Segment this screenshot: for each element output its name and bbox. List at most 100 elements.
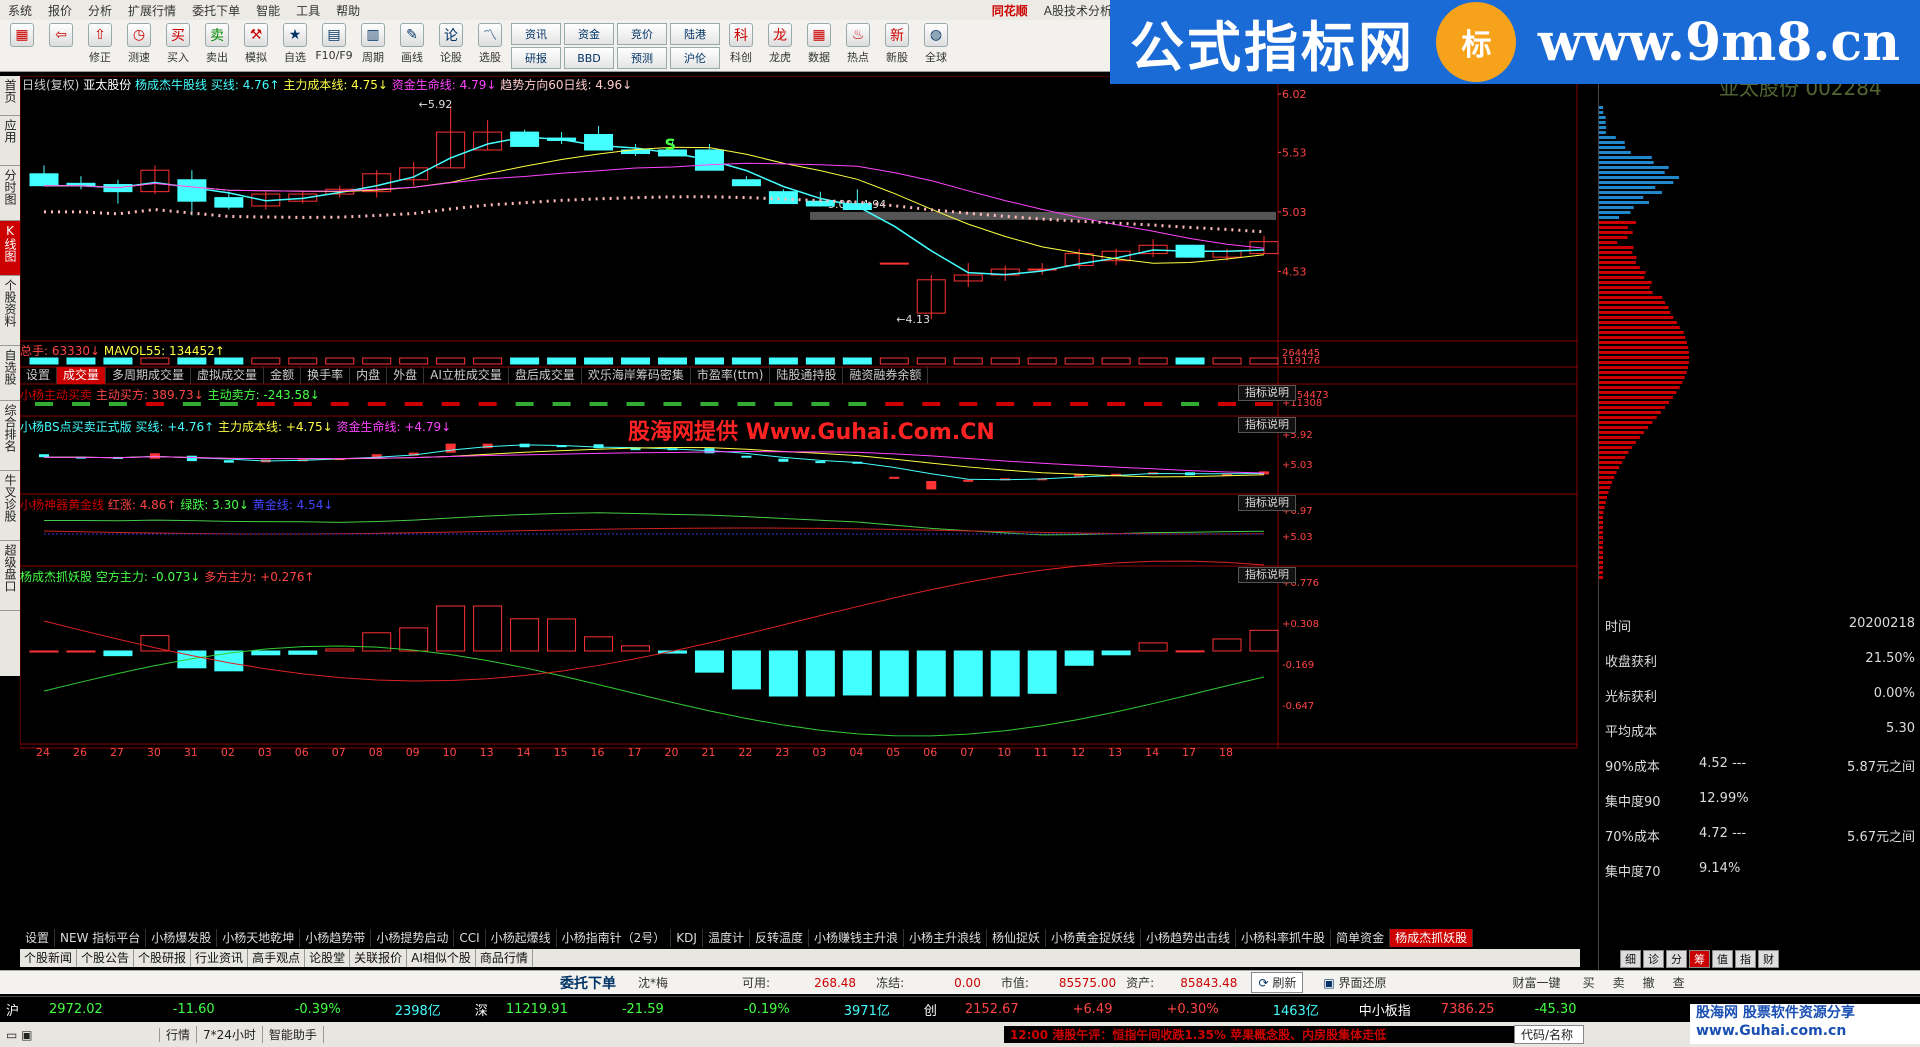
rtab-chips[interactable]: 筹 — [1689, 950, 1710, 968]
rtab-diagnose[interactable]: 诊 — [1643, 950, 1664, 968]
left-tab-home[interactable]: 首页 — [0, 76, 20, 116]
ind-tab-6[interactable]: 小杨起爆线 — [486, 929, 557, 947]
ind-tab-15[interactable]: 小杨趋势出击线 — [1141, 929, 1236, 947]
ind-tab-active[interactable]: 杨成杰抓妖股 — [1390, 929, 1473, 947]
menu-help[interactable]: 帮助 — [328, 2, 368, 19]
draw-button[interactable]: ✎ 画线 — [394, 23, 430, 69]
rtab-finance[interactable]: 财 — [1758, 950, 1779, 968]
status-247[interactable]: 7*24小时 — [197, 1026, 263, 1043]
star-market-button[interactable]: 科科创 — [723, 23, 759, 69]
menu-smart[interactable]: 智能 — [248, 2, 288, 19]
left-tab-profile[interactable]: 个股资料 — [0, 276, 20, 346]
menu-extended[interactable]: 扩展行情 — [120, 2, 184, 19]
vol-tab-settings[interactable]: 设置 — [20, 367, 57, 384]
news-tab-news[interactable]: 个股新闻 — [20, 949, 77, 967]
rtab-detail[interactable]: 细 — [1620, 950, 1641, 968]
ind-tab-7[interactable]: 小杨指南针（2号） — [557, 929, 672, 947]
ind3-explain-button[interactable]: 指标说明 — [1238, 495, 1296, 511]
menu-quote[interactable]: 报价 — [40, 2, 80, 19]
ipo-button[interactable]: 新新股 — [879, 23, 915, 69]
news-tab-ai[interactable]: AI相似个股 — [407, 949, 476, 967]
vol-tab-virtual[interactable]: 虚拟成交量 — [191, 367, 264, 384]
global-button[interactable]: ◍ 全球 — [918, 23, 954, 69]
ind-tab-kdj[interactable]: KDJ — [671, 929, 703, 947]
news-ticker[interactable]: 12:00 港股午评：恒指午间收跌1.35% 苹果概念股、内房股集体走低 — [1004, 1026, 1514, 1043]
code-search[interactable]: 代码/名称 — [1514, 1025, 1584, 1044]
sh-label[interactable]: 沪 — [6, 1000, 19, 1019]
watchlist-button[interactable]: ★ 自选 — [277, 23, 313, 69]
news-tab-industry[interactable]: 行业资讯 — [191, 949, 248, 967]
report-button[interactable]: 研报 — [511, 47, 561, 69]
revise-button[interactable]: ⇧ 修正 — [82, 23, 118, 69]
status-assistant[interactable]: 智能助手 — [263, 1026, 324, 1043]
vol-tab-outer[interactable]: 外盘 — [387, 367, 424, 384]
ind-tab-3[interactable]: 小杨趋势带 — [300, 929, 371, 947]
hot-button[interactable]: ♨ 热点 — [840, 23, 876, 69]
quick-sell-button[interactable]: 卖 — [1613, 974, 1625, 991]
one-click-button[interactable]: 财富一键 — [1513, 974, 1561, 991]
ind4-explain-button[interactable]: 指标说明 — [1238, 567, 1296, 583]
rtab-value[interactable]: 值 — [1712, 950, 1733, 968]
vol-tab-turnover[interactable]: 换手率 — [301, 367, 350, 384]
left-tab-level2[interactable]: 超级盘口 — [0, 541, 20, 611]
vol-tab-ai[interactable]: AI立桩成交量 — [424, 367, 509, 384]
rtab-split[interactable]: 分 — [1666, 950, 1687, 968]
back-button[interactable]: ⇦ — [43, 23, 79, 69]
news-tab-forum[interactable]: 论股堂 — [305, 949, 350, 967]
ind-tab-1[interactable]: 小杨爆发股 — [146, 929, 217, 947]
trade-title[interactable]: 委托下单 — [560, 973, 616, 993]
news-tab-notice[interactable]: 个股公告 — [77, 949, 134, 967]
forum-button[interactable]: 论论股 — [433, 23, 469, 69]
query-button[interactable]: 查 — [1673, 974, 1685, 991]
news-tab-related[interactable]: 关联报价 — [350, 949, 407, 967]
refresh-button[interactable]: ⟳ 刷新 — [1251, 972, 1303, 993]
vol-tab-pe[interactable]: 市盈率(ttm) — [691, 367, 770, 384]
ind1-explain-button[interactable]: 指标说明 — [1238, 385, 1296, 401]
london-connect-button[interactable]: 沪伦 — [670, 47, 720, 69]
left-tab-ranking[interactable]: 综合排名 — [0, 401, 20, 471]
vol-tab-northbound[interactable]: 陆股通持股 — [770, 367, 843, 384]
ind-tab-14[interactable]: 小杨黄金捉妖线 — [1046, 929, 1141, 947]
vol-tab-margin[interactable]: 融资融券余额 — [843, 367, 928, 384]
ind-tab-11[interactable]: 小杨赚钱主升浪 — [809, 929, 904, 947]
zx-label[interactable]: 中小板指 — [1359, 1000, 1411, 1019]
vol-tab-chips[interactable]: 欢乐海岸筹码密集 — [582, 367, 691, 384]
buy-button[interactable]: 买买入 — [160, 23, 196, 69]
ind-tab-platform[interactable]: NEW 指标平台 — [55, 929, 146, 947]
vol-tab-volume[interactable]: 成交量 — [57, 367, 106, 384]
left-tab-kline[interactable]: K线图 — [0, 221, 20, 276]
ind-tab-16[interactable]: 小杨科率抓牛股 — [1236, 929, 1331, 947]
fund-button[interactable]: 资金 — [564, 23, 614, 45]
ind-tab-17[interactable]: 简单资金 — [1331, 929, 1390, 947]
speed-test-button[interactable]: ◷ 测速 — [121, 23, 157, 69]
status-quote[interactable]: 行情 — [160, 1026, 197, 1043]
stock-picker-button[interactable]: 〽选股 — [472, 23, 508, 69]
data-button[interactable]: ▦ 数据 — [801, 23, 837, 69]
quick-buy-button[interactable]: 买 — [1583, 974, 1595, 991]
news-tab-expert[interactable]: 高手观点 — [248, 949, 305, 967]
period-button[interactable]: ▥ 周期 — [355, 23, 391, 69]
ind-tab-settings[interactable]: 设置 — [20, 929, 55, 947]
bbd-button[interactable]: BBD — [564, 47, 614, 69]
f10-button[interactable]: ▤ F10/F9 — [316, 23, 352, 69]
vol-tab-inner[interactable]: 内盘 — [350, 367, 387, 384]
news-tab-report[interactable]: 个股研报 — [134, 949, 191, 967]
cancel-order-button[interactable]: 撤 — [1643, 974, 1655, 991]
ind2-explain-button[interactable]: 指标说明 — [1238, 417, 1296, 433]
menu-system[interactable]: 系统 — [0, 2, 40, 19]
left-tab-diagnosis[interactable]: 牛叉诊股 — [0, 471, 20, 541]
sell-button[interactable]: 卖卖出 — [199, 23, 235, 69]
ind-tab-10[interactable]: 反转温度 — [750, 929, 809, 947]
restore-button[interactable]: ▣ 界面还原 — [1317, 973, 1392, 992]
news-button[interactable]: 资讯 — [511, 23, 561, 45]
ind-tab-12[interactable]: 小杨主升浪线 — [904, 929, 987, 947]
menu-order[interactable]: 委托下单 — [184, 2, 248, 19]
ind-tab-cci[interactable]: CCI — [454, 929, 485, 947]
status-window-icons[interactable]: ▭ ▣ — [0, 1028, 160, 1042]
hk-connect-button[interactable]: 陆港 — [670, 23, 720, 45]
vol-tab-amount[interactable]: 金额 — [264, 367, 301, 384]
ind-tab-13[interactable]: 杨仙捉妖 — [987, 929, 1046, 947]
vol-tab-after[interactable]: 盘后成交量 — [509, 367, 582, 384]
ind-tab-2[interactable]: 小杨天地乾坤 — [217, 929, 300, 947]
forecast-button[interactable]: 预测 — [617, 47, 667, 69]
